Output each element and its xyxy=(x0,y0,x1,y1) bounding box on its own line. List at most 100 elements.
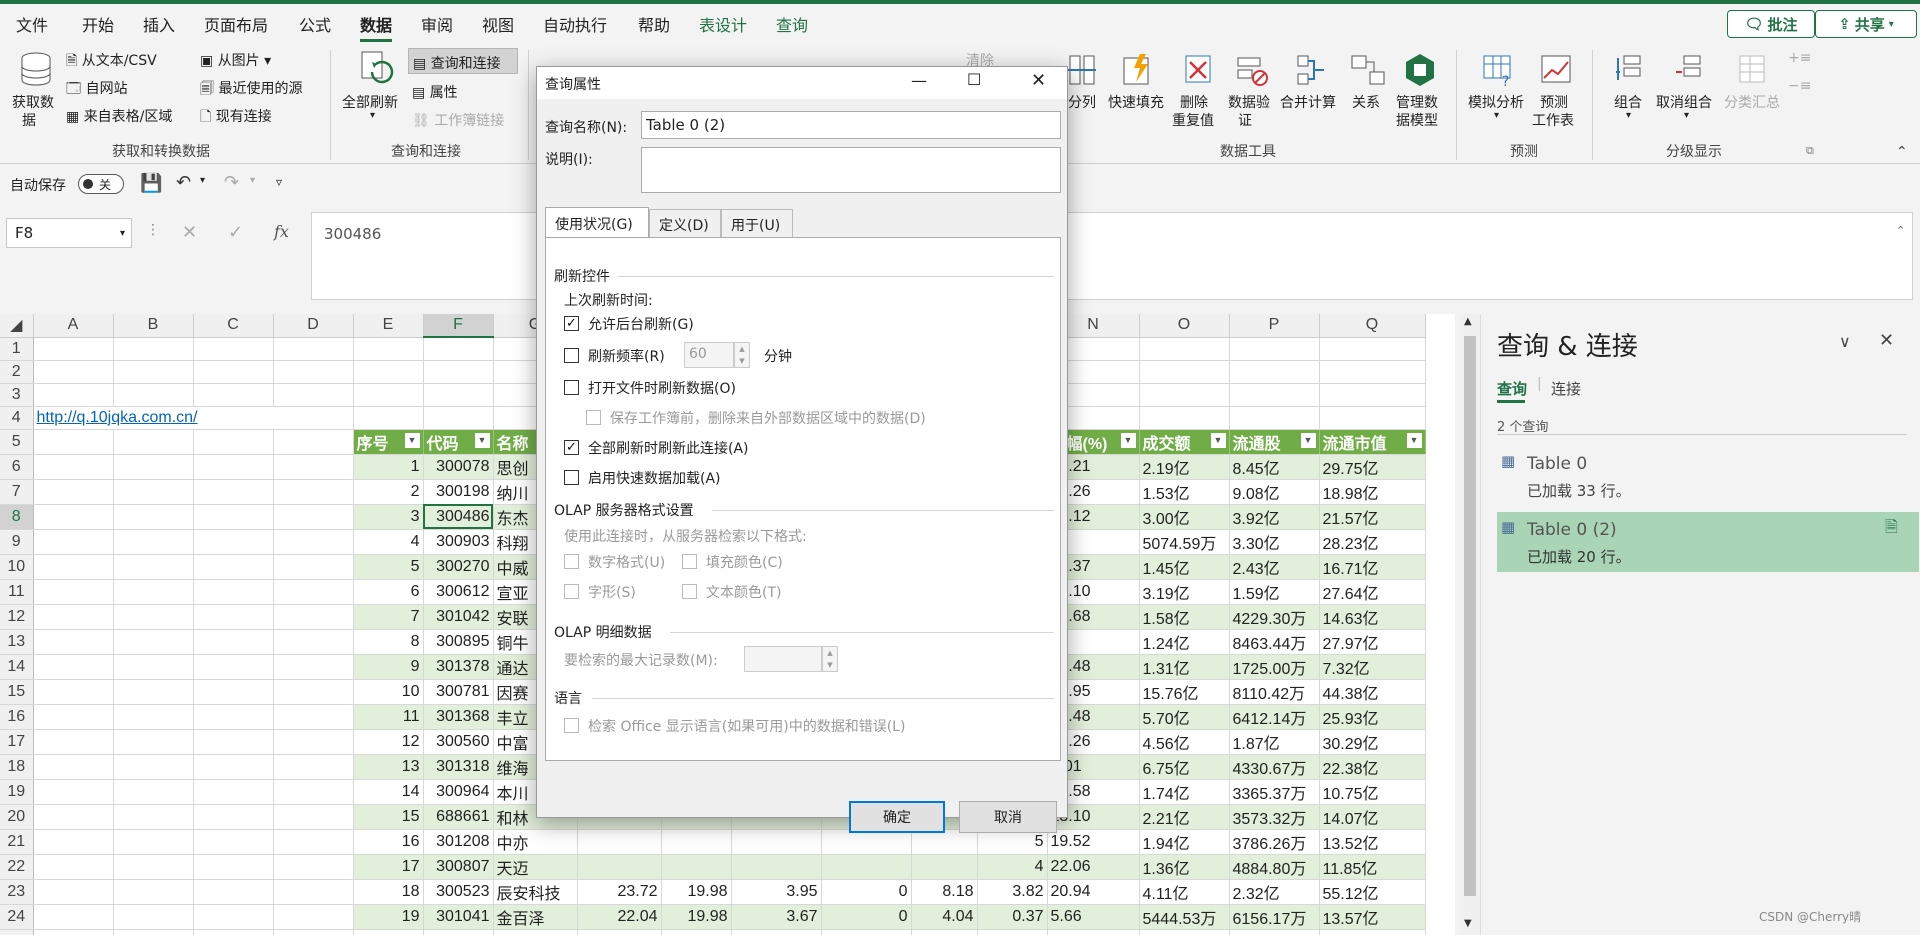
table-cell[interactable]: 百纳千成 xyxy=(493,929,578,935)
cell[interactable] xyxy=(33,854,114,880)
table-cell[interactable]: 3.30亿 xyxy=(1229,529,1320,555)
cell[interactable] xyxy=(113,579,194,605)
table-cell[interactable]: 54.80亿 xyxy=(1319,929,1426,935)
group-button[interactable]: 组合 xyxy=(1614,92,1642,112)
table-cell[interactable]: 1.87亿 xyxy=(1229,729,1320,755)
table-cell[interactable]: 25.93亿 xyxy=(1319,704,1426,730)
cell[interactable] xyxy=(33,929,114,935)
table-cell[interactable]: 4.04 xyxy=(911,904,978,930)
split-column-button[interactable]: 分列 xyxy=(1068,92,1096,112)
row-header[interactable]: 18 xyxy=(0,754,34,780)
table-cell[interactable]: 3365.37万 xyxy=(1229,779,1320,805)
table-cell[interactable]: 9.08亿 xyxy=(1229,479,1320,505)
cell[interactable] xyxy=(423,406,494,430)
table-cell[interactable]: 10 xyxy=(353,679,424,705)
enter-icon[interactable]: ✓ xyxy=(228,222,243,243)
forecast-sheet-button[interactable]: 预测 xyxy=(1540,92,1568,112)
number-format-checkbox[interactable] xyxy=(564,554,579,569)
row-header[interactable]: 8 xyxy=(0,504,34,530)
cell[interactable] xyxy=(1229,383,1320,407)
row-header[interactable]: 3 xyxy=(0,383,34,407)
column-header[interactable]: A xyxy=(33,314,114,338)
table-cell[interactable]: 3.95 xyxy=(731,879,822,905)
table-cell[interactable]: 0.37 xyxy=(977,904,1048,930)
row-header[interactable]: 2 xyxy=(0,360,34,384)
cell[interactable] xyxy=(113,454,194,480)
table-cell[interactable]: 300486 xyxy=(423,504,494,530)
table-cell[interactable]: 4 xyxy=(977,854,1048,880)
cell[interactable] xyxy=(33,679,114,705)
refresh-minutes-input[interactable]: 60 xyxy=(684,342,734,368)
minimize-icon[interactable]: — xyxy=(911,71,927,90)
cell[interactable] xyxy=(33,754,114,780)
row-header[interactable]: 4 xyxy=(0,406,34,430)
table-header-cell[interactable]: 成交额 ▼ xyxy=(1139,429,1230,455)
table-cell[interactable]: 6156.17万 xyxy=(1229,904,1320,930)
refresh-spinner[interactable]: ▲ ▼ xyxy=(734,342,750,368)
table-cell[interactable]: 13.52亿 xyxy=(1319,829,1426,855)
table-cell[interactable]: 6 xyxy=(353,579,424,605)
cell[interactable] xyxy=(273,554,354,580)
cell[interactable] xyxy=(33,654,114,680)
table-cell[interactable] xyxy=(911,854,978,880)
table-cell[interactable]: 300964 xyxy=(423,779,494,805)
cell[interactable] xyxy=(273,629,354,655)
table-cell[interactable]: 19 xyxy=(353,904,424,930)
table-cell[interactable]: 1.59亿 xyxy=(1229,579,1320,605)
table-cell[interactable] xyxy=(577,829,662,855)
undo-icon[interactable]: ↶ xyxy=(176,172,191,193)
table-cell[interactable]: 1.94亿 xyxy=(1139,829,1230,855)
table-cell[interactable]: 8110.42万 xyxy=(1229,679,1320,705)
from-table-button[interactable]: ▦ 来自表格/区域 xyxy=(66,106,172,126)
cell[interactable] xyxy=(33,429,114,455)
close-icon[interactable]: ✕ xyxy=(1031,70,1046,91)
column-header[interactable]: D xyxy=(273,314,354,338)
recent-sources-button[interactable]: 🗐 最近使用的源 xyxy=(200,78,302,102)
scroll-thumb[interactable] xyxy=(1464,336,1476,896)
table-cell[interactable] xyxy=(661,829,732,855)
table-cell[interactable]: 300903 xyxy=(423,529,494,555)
table-cell[interactable]: 1.45亿 xyxy=(1139,554,1230,580)
properties-button[interactable]: ▤ 属性 xyxy=(412,82,458,102)
cell[interactable] xyxy=(273,879,354,905)
collapse-ribbon-icon[interactable]: ⌃ xyxy=(1896,144,1908,160)
table-cell[interactable]: 辰安科技 xyxy=(493,879,578,905)
cell[interactable] xyxy=(113,879,194,905)
cell[interactable] xyxy=(33,504,114,530)
font-style-checkbox[interactable] xyxy=(564,584,579,599)
customize-qat-icon[interactable]: ▿ xyxy=(276,175,282,189)
cell[interactable] xyxy=(33,729,114,755)
row-header[interactable]: 9 xyxy=(0,529,34,555)
table-cell[interactable]: 8463.44万 xyxy=(1229,629,1320,655)
table-cell[interactable]: 20.94 xyxy=(1047,879,1140,905)
cell[interactable] xyxy=(273,829,354,855)
table-cell[interactable]: 13.57亿 xyxy=(1319,904,1426,930)
cell[interactable] xyxy=(273,704,354,730)
cell[interactable] xyxy=(113,754,194,780)
table-cell[interactable]: 300781 xyxy=(423,679,494,705)
scroll-down-icon[interactable]: ▼ xyxy=(1464,918,1472,929)
cell[interactable] xyxy=(33,479,114,505)
close-icon[interactable]: ✕ xyxy=(1879,330,1894,351)
table-cell[interactable]: 300198 xyxy=(423,479,494,505)
table-cell[interactable]: 7.32亿 xyxy=(1319,654,1426,680)
table-cell[interactable]: 16.71亿 xyxy=(1319,554,1426,580)
comment-button[interactable]: 🗨 批注 xyxy=(1727,10,1815,38)
column-header[interactable]: C xyxy=(193,314,274,338)
cell[interactable] xyxy=(33,337,114,361)
cell[interactable] xyxy=(273,929,354,935)
table-cell[interactable]: 27.64亿 xyxy=(1319,579,1426,605)
table-cell[interactable] xyxy=(821,854,912,880)
table-cell[interactable]: 19.92 xyxy=(661,929,732,935)
cell[interactable] xyxy=(1229,406,1320,430)
cell[interactable] xyxy=(193,704,274,730)
data-validation-button[interactable]: 数据验 xyxy=(1228,92,1270,112)
redo-icon[interactable]: ↷ xyxy=(224,172,239,193)
cell[interactable] xyxy=(193,529,274,555)
cell[interactable] xyxy=(1319,360,1426,384)
cell[interactable] xyxy=(1139,337,1230,361)
table-cell[interactable]: 19.98 xyxy=(661,904,732,930)
cell[interactable] xyxy=(193,654,274,680)
cell[interactable] xyxy=(113,529,194,555)
row-header[interactable]: 24 xyxy=(0,904,34,930)
